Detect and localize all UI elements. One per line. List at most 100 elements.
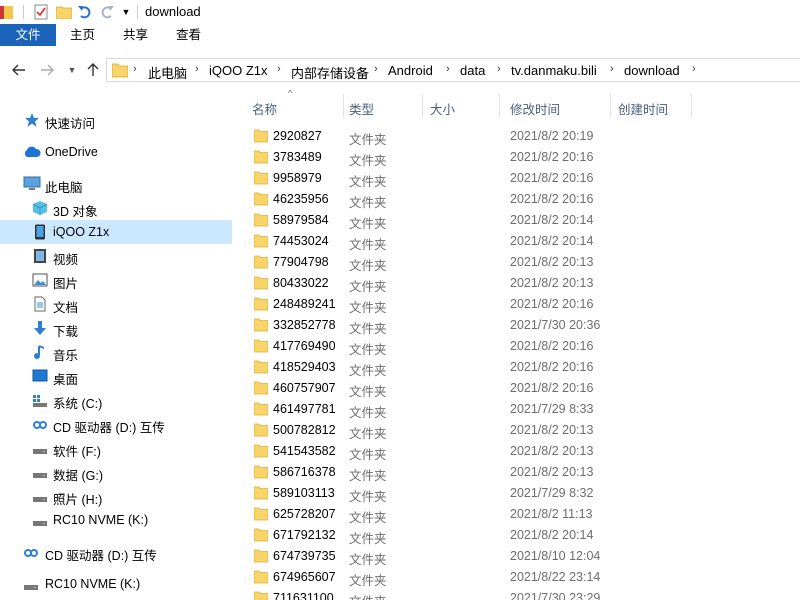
breadcrumb-separator-chevron-icon[interactable]: › [446, 63, 450, 75]
file-row[interactable]: 500782812 文件夹 2021/8/2 20:13 [240, 420, 800, 441]
file-row[interactable]: 77904798 文件夹 2021/8/2 20:13 [240, 252, 800, 273]
breadcrumb-android[interactable]: Android [388, 63, 433, 78]
breadcrumb-this-pc[interactable]: 此电脑 [148, 63, 187, 82]
breadcrumb-download[interactable]: download [624, 63, 680, 78]
nav-item-drive-c[interactable]: 系统 (C:) [0, 388, 232, 412]
picture-icon [32, 272, 48, 288]
file-row[interactable]: 674965607 文件夹 2021/8/22 23:14 [240, 567, 800, 588]
file-row[interactable]: 589103113 文件夹 2021/7/29 8:32 [240, 483, 800, 504]
nav-item-desktop[interactable]: 桌面 [0, 364, 232, 388]
file-row[interactable]: 74453024 文件夹 2021/8/2 20:14 [240, 231, 800, 252]
column-header-created[interactable]: 创建时间 [611, 94, 691, 118]
column-divider[interactable] [691, 94, 692, 118]
nav-item-drive-g[interactable]: 数据 (G:) [0, 460, 232, 484]
file-type: 文件夹 [349, 133, 387, 147]
file-row[interactable]: 625728207 文件夹 2021/8/2 11:13 [240, 504, 800, 525]
file-row[interactable]: 3783489 文件夹 2021/8/2 20:16 [240, 147, 800, 168]
nav-cd-drive-root[interactable]: CD 驱动器 (D:) 互传 [0, 540, 232, 564]
breadcrumb-separator-chevron-icon[interactable]: › [610, 63, 614, 75]
folder-icon [253, 360, 269, 374]
nav-label: 下载 [53, 325, 79, 339]
nav-item-videos[interactable]: 视频 [0, 244, 232, 268]
breadcrumb-separator-chevron-icon[interactable]: › [277, 63, 281, 75]
breadcrumb-separator-chevron-icon[interactable]: › [374, 63, 378, 75]
column-header-size[interactable]: 大小 [423, 94, 499, 118]
file-list: 2920827 文件夹 2021/8/2 20:19 3783489 文件夹 2021/8… [240, 126, 800, 600]
navigation-pane: 快速访问 OneDrive 此电脑 3D 对象 iQOO Z1x 视频 图片 文… [0, 86, 232, 600]
file-modified: 2021/8/10 12:04 [510, 549, 601, 563]
tab-file[interactable]: 文件 [0, 24, 56, 46]
file-modified: 2021/8/2 20:13 [510, 276, 594, 290]
tab-view[interactable]: 查看 [176, 24, 201, 46]
breadcrumb-data[interactable]: data [460, 63, 485, 78]
folder-icon [253, 486, 269, 500]
nav-item-documents[interactable]: 文档 [0, 292, 232, 316]
nav-item-pictures[interactable]: 图片 [0, 268, 232, 292]
file-name: 58979584 [273, 213, 329, 227]
nav-item-3d-objects[interactable]: 3D 对象 [0, 196, 232, 220]
file-modified: 2021/8/2 20:16 [510, 171, 594, 185]
nav-rc10-root[interactable]: RC10 NVME (K:) [0, 572, 232, 596]
breadcrumb-separator-chevron-icon[interactable]: › [133, 63, 137, 75]
nav-item-cd-drive[interactable]: CD 驱动器 (D:) 互传 [0, 412, 232, 436]
breadcrumb-package[interactable]: tv.danmaku.bili [511, 63, 597, 78]
address-box[interactable]: › 此电脑 › iQOO Z1x › 内部存储设备 › Android › da… [106, 58, 800, 82]
file-name: 460757907 [273, 381, 336, 395]
file-row[interactable]: 460757907 文件夹 2021/8/2 20:16 [240, 378, 800, 399]
file-row[interactable]: 711631100 文件夹 2021/7/30 23:29 [240, 588, 800, 600]
file-name: 248489241 [273, 297, 336, 311]
file-row[interactable]: 418529403 文件夹 2021/8/2 20:16 [240, 357, 800, 378]
breadcrumb-internal-storage[interactable]: 内部存储设备 [291, 63, 369, 82]
file-row[interactable]: 248489241 文件夹 2021/8/2 20:16 [240, 294, 800, 315]
file-row[interactable]: 541543582 文件夹 2021/8/2 20:13 [240, 441, 800, 462]
nav-item-downloads[interactable]: 下载 [0, 316, 232, 340]
file-type: 文件夹 [349, 574, 387, 588]
file-row[interactable]: 461497781 文件夹 2021/7/29 8:33 [240, 399, 800, 420]
drive-icon [32, 512, 48, 528]
file-row[interactable]: 674739735 文件夹 2021/8/10 12:04 [240, 546, 800, 567]
drive-icon [32, 440, 48, 456]
nav-quick-access[interactable]: 快速访问 [0, 108, 232, 132]
nav-item-music[interactable]: 音乐 [0, 340, 232, 364]
nav-onedrive[interactable]: OneDrive [0, 140, 232, 164]
breadcrumb-separator-chevron-icon[interactable]: › [497, 63, 501, 75]
nav-item-drive-k[interactable]: RC10 NVME (K:) [0, 508, 232, 532]
undo-icon[interactable] [76, 3, 94, 21]
tab-home[interactable]: 主页 [70, 24, 95, 46]
folder-icon [253, 129, 269, 143]
file-row[interactable]: 586716378 文件夹 2021/8/2 20:13 [240, 462, 800, 483]
redo-icon[interactable] [98, 3, 116, 21]
recent-locations-chevron-down-icon[interactable]: ▼ [64, 61, 80, 79]
nav-item-iqoo-z1x[interactable]: iQOO Z1x [0, 220, 232, 244]
file-row[interactable]: 332852778 文件夹 2021/7/30 20:36 [240, 315, 800, 336]
nav-item-drive-h[interactable]: 照片 (H:) [0, 484, 232, 508]
column-header-modified[interactable]: 修改时间 [500, 94, 610, 118]
breadcrumb-separator-chevron-icon[interactable]: › [195, 63, 199, 75]
forward-arrow-icon[interactable] [39, 61, 55, 79]
desktop-icon [32, 368, 48, 384]
nav-item-drive-f[interactable]: 软件 (F:) [0, 436, 232, 460]
nav-this-pc[interactable]: 此电脑 [0, 172, 232, 196]
file-name: 500782812 [273, 423, 336, 437]
file-row[interactable]: 58979584 文件夹 2021/8/2 20:14 [240, 210, 800, 231]
file-row[interactable]: 671792132 文件夹 2021/8/2 20:14 [240, 525, 800, 546]
column-header-name[interactable]: 名称 [240, 94, 344, 118]
file-row[interactable]: 80433022 文件夹 2021/8/2 20:13 [240, 273, 800, 294]
up-arrow-icon[interactable] [85, 61, 101, 79]
file-row[interactable]: 9958979 文件夹 2021/8/2 20:16 [240, 168, 800, 189]
customize-toolbar-chevron-down-icon[interactable]: ▼ [120, 3, 132, 21]
properties-icon[interactable] [32, 3, 50, 21]
file-row[interactable]: 46235956 文件夹 2021/8/2 20:16 [240, 189, 800, 210]
file-type: 文件夹 [349, 343, 387, 357]
back-arrow-icon[interactable] [11, 61, 27, 79]
file-row[interactable]: 2920827 文件夹 2021/8/2 20:19 [240, 126, 800, 147]
file-row[interactable]: 417769490 文件夹 2021/8/2 20:16 [240, 336, 800, 357]
breadcrumb-separator-chevron-icon[interactable]: › [692, 63, 696, 75]
nav-label: 此电脑 [45, 181, 83, 195]
file-modified: 2021/8/2 20:14 [510, 213, 594, 227]
breadcrumb-device[interactable]: iQOO Z1x [209, 63, 268, 78]
file-modified: 2021/8/2 11:13 [510, 507, 593, 521]
column-header-type[interactable]: 类型 [344, 94, 422, 118]
tab-share[interactable]: 共享 [123, 24, 148, 46]
new-folder-icon[interactable] [55, 3, 73, 21]
